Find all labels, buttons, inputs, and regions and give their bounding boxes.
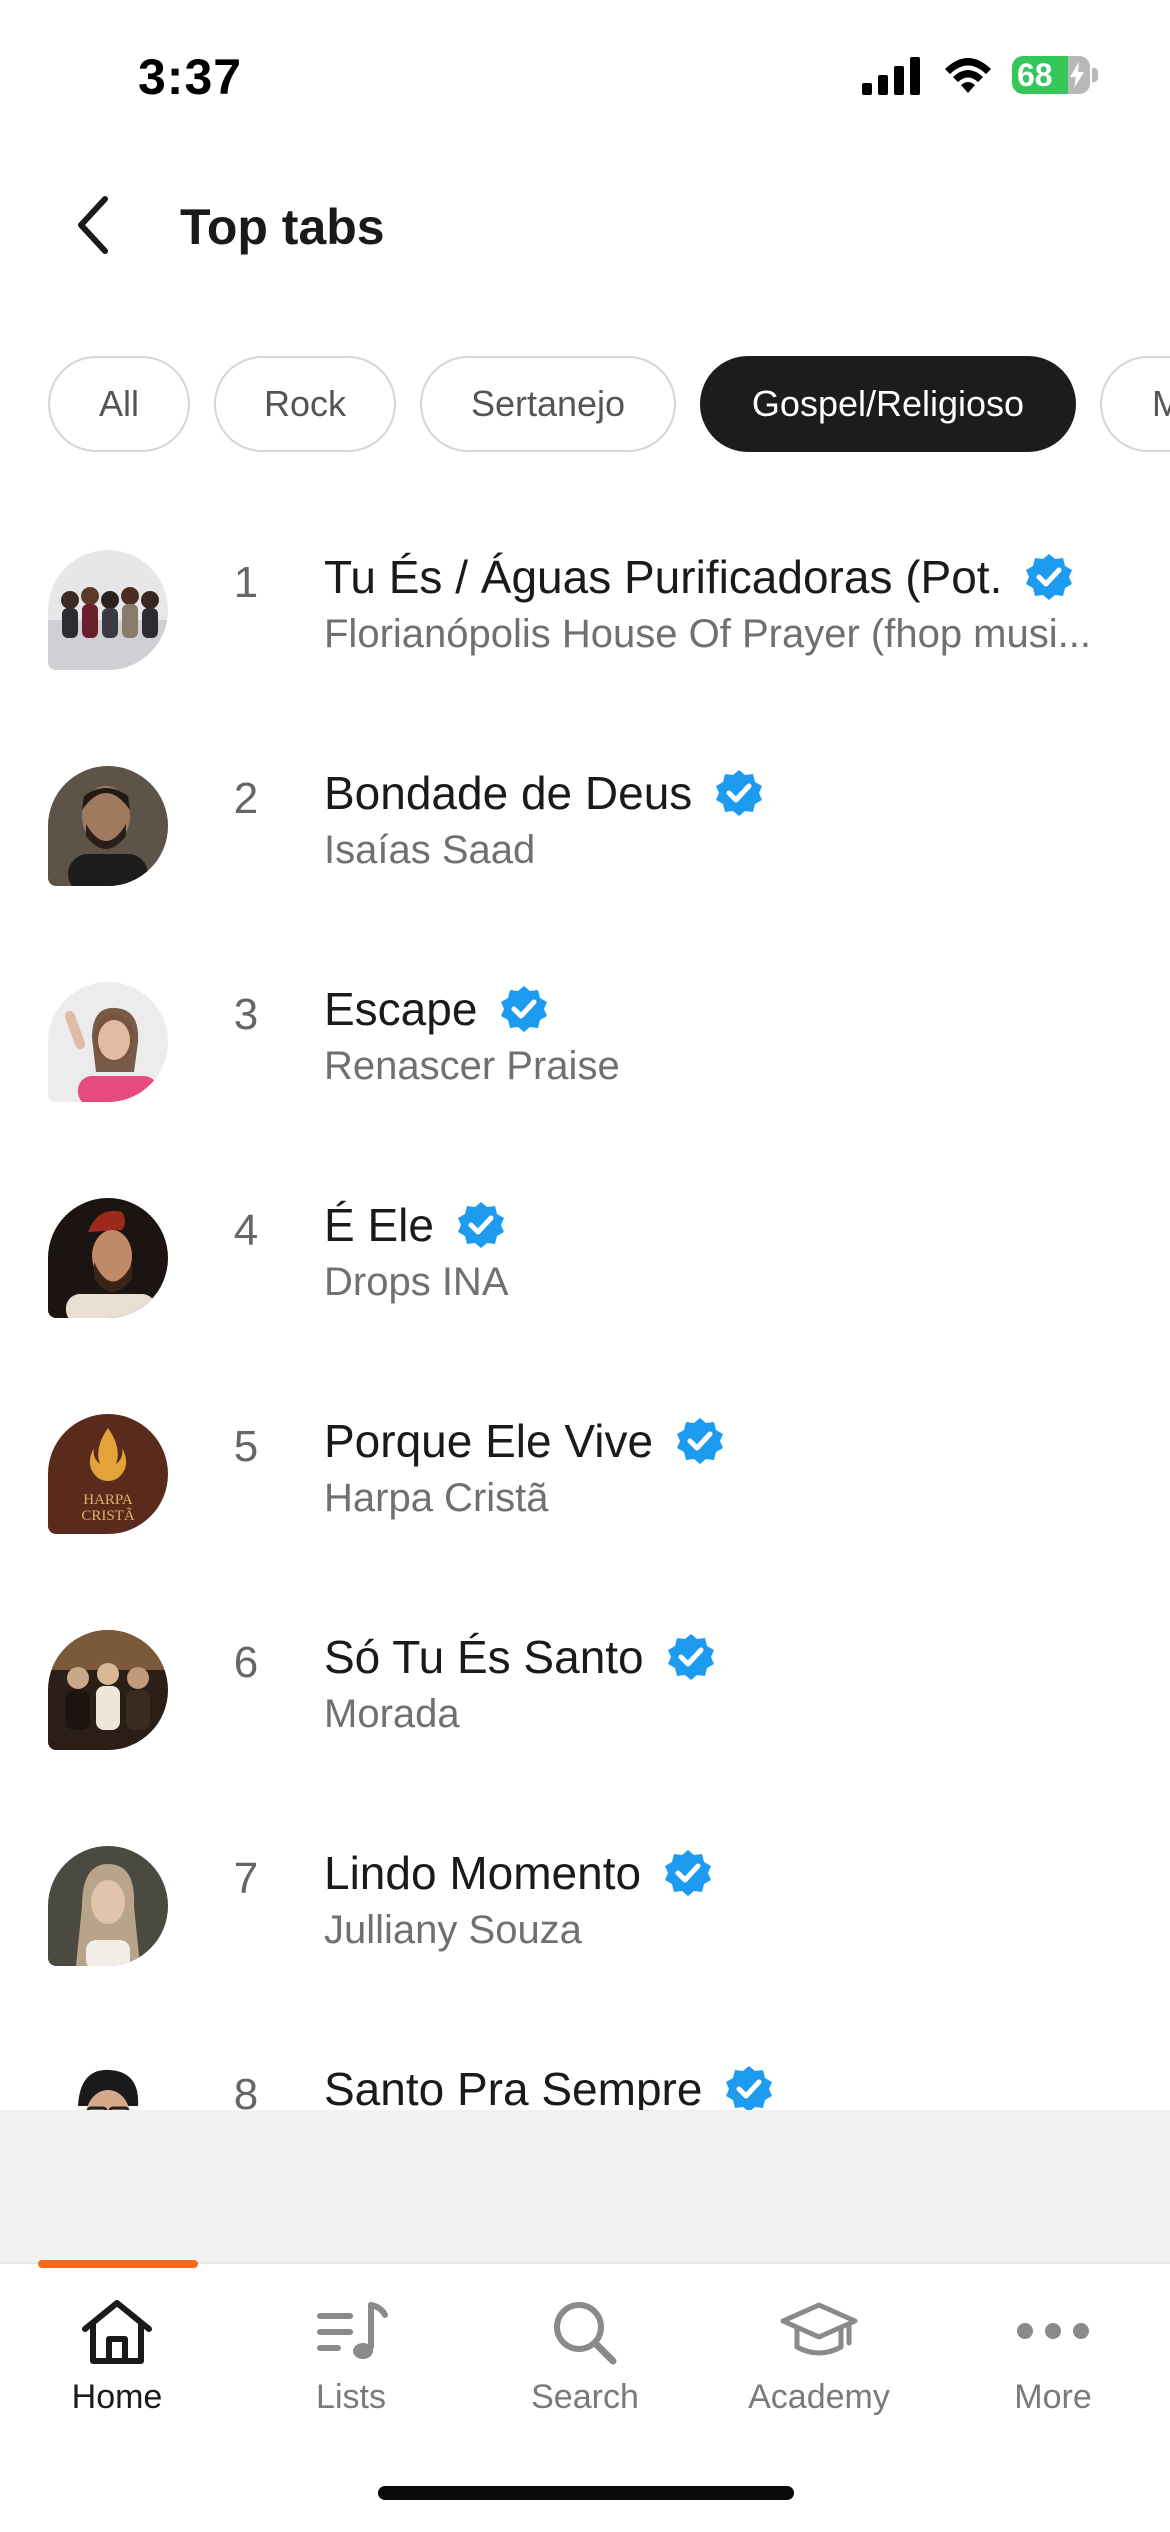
home-icon (82, 2300, 152, 2364)
verified-badge-icon (716, 770, 763, 816)
chip-gospel-religioso[interactable]: Gospel/Religioso (700, 356, 1076, 452)
page-title: Top tabs (180, 199, 385, 255)
status-icons: 68 (862, 55, 1098, 95)
song-title: Santo Pra Sempre (324, 2063, 703, 2110)
wifi-icon (945, 58, 991, 93)
rank-number: 6 (233, 1638, 259, 1687)
nav-label: Lists (316, 2378, 386, 2416)
nav-label: Search (531, 2378, 639, 2416)
artist-thumbnail (48, 1846, 168, 1966)
song-line: É Ele (324, 1198, 506, 1252)
list-item[interactable]: 1 Tu És / Águas Purificadoras (Pot. Flor… (0, 520, 1170, 736)
svg-text:CRISTÃ: CRISTÃ (81, 1508, 135, 1524)
list-item[interactable]: 8 Santo Pra Sempre (0, 2032, 1170, 2110)
verified-badge-icon (665, 1850, 712, 1896)
ad-banner-placeholder (0, 2110, 1170, 2262)
artist-thumbnail (48, 766, 168, 886)
artist-thumbnail (48, 982, 168, 1102)
chip-rock[interactable]: Rock (214, 356, 396, 452)
rank-number: 3 (233, 990, 259, 1039)
search-icon (554, 2302, 617, 2365)
verified-badge-icon (457, 1202, 504, 1248)
nav-lists[interactable]: Lists (234, 2292, 468, 2432)
song-title: Porque Ele Vive (324, 1415, 654, 1467)
chevron-left-icon (78, 196, 108, 254)
artist-name: Renascer Praise (324, 1044, 620, 1088)
artist-name: Harpa Cristã (324, 1476, 549, 1520)
list-item[interactable]: HARPA CRISTÃ 5 Porque Ele Vive Harpa Cri… (0, 1384, 1170, 1600)
nav-search[interactable]: Search (468, 2292, 702, 2432)
verified-badge-icon (1026, 554, 1073, 600)
list-item[interactable]: 4 É Ele Drops INA (0, 1168, 1170, 1384)
rank-number: 1 (233, 558, 259, 607)
active-tab-indicator (38, 2260, 198, 2268)
artist-thumbnail (48, 1630, 168, 1750)
artist-thumbnail (48, 2062, 168, 2110)
rank-number: 4 (233, 1206, 259, 1255)
status-bar: 3:37 68 (0, 0, 1170, 150)
rank-number: 8 (233, 2070, 259, 2110)
list-item[interactable]: 2 Bondade de Deus Isaías Saad (0, 736, 1170, 952)
chip-more-genre[interactable]: M (1100, 356, 1170, 452)
rank-number: 5 (233, 1422, 259, 1471)
verified-badge-icon (726, 2066, 773, 2110)
more-icon (1017, 2323, 1089, 2339)
rank-number: 2 (233, 774, 259, 823)
song-title: Bondade de Deus (324, 767, 693, 819)
lists-icon (317, 2302, 388, 2359)
nav-more[interactable]: More (936, 2292, 1170, 2432)
nav-home[interactable]: Home (0, 2292, 234, 2432)
verified-badge-icon (677, 1418, 724, 1464)
artist-name: Julliany Souza (324, 1908, 582, 1952)
chip-sertanejo[interactable]: Sertanejo (420, 356, 676, 452)
status-time: 3:37 (138, 49, 243, 105)
song-title: Só Tu És Santo (324, 1631, 644, 1683)
song-line: Santo Pra Sempre (324, 2062, 774, 2110)
artist-name: Drops INA (324, 1260, 509, 1304)
song-title: É Ele (324, 1199, 434, 1251)
artist-name: Florianópolis House Of Prayer (fhop musi… (324, 612, 1091, 656)
home-indicator (378, 2486, 794, 2500)
back-button[interactable] (58, 190, 128, 260)
song-title: Tu És / Águas Purificadoras (Pot. (324, 551, 1003, 603)
song-line: Escape (324, 982, 549, 1036)
artist-thumbnail (48, 1198, 168, 1318)
song-line: Porque Ele Vive (324, 1414, 725, 1468)
artist-name: Isaías Saad (324, 828, 536, 872)
list-item[interactable]: 7 Lindo Momento Julliany Souza (0, 1816, 1170, 2032)
nav-label: Home (71, 2378, 163, 2416)
battery-level: 68 (1017, 56, 1053, 93)
signal-icon (862, 57, 920, 95)
song-line: Só Tu És Santo (324, 1630, 716, 1684)
artist-name: Morada (324, 1692, 460, 1736)
song-line: Bondade de Deus (324, 766, 764, 820)
top-tabs-list: 1 Tu És / Águas Purificadoras (Pot. Flor… (0, 520, 1170, 2110)
charging-bolt-icon (1070, 62, 1084, 88)
song-line: Tu És / Águas Purificadoras (Pot. (324, 550, 1074, 604)
header: Top tabs (0, 170, 1170, 280)
genre-filter-chips: All Rock Sertanejo Gospel/Religioso M (0, 356, 1170, 454)
chip-all[interactable]: All (48, 356, 190, 452)
artist-thumbnail: HARPA CRISTÃ (48, 1414, 168, 1534)
harpa-crista-logo: HARPA CRISTÃ (48, 1414, 168, 1534)
song-title: Escape (324, 983, 478, 1035)
list-item[interactable]: 6 Só Tu És Santo Morada (0, 1600, 1170, 1816)
nav-label: Academy (748, 2378, 890, 2416)
verified-badge-icon (667, 1634, 714, 1680)
academy-icon (780, 2302, 858, 2356)
nav-academy[interactable]: Academy (702, 2292, 936, 2432)
song-line: Lindo Momento (324, 1846, 713, 1900)
svg-text:HARPA: HARPA (83, 1492, 133, 1508)
battery-indicator: 68 (1012, 56, 1098, 94)
verified-badge-icon (501, 986, 548, 1032)
nav-label: More (1014, 2378, 1092, 2416)
artist-thumbnail (48, 550, 168, 670)
list-item[interactable]: 3 Escape Renascer Praise (0, 952, 1170, 1168)
song-title: Lindo Momento (324, 1847, 642, 1899)
rank-number: 7 (233, 1854, 259, 1903)
